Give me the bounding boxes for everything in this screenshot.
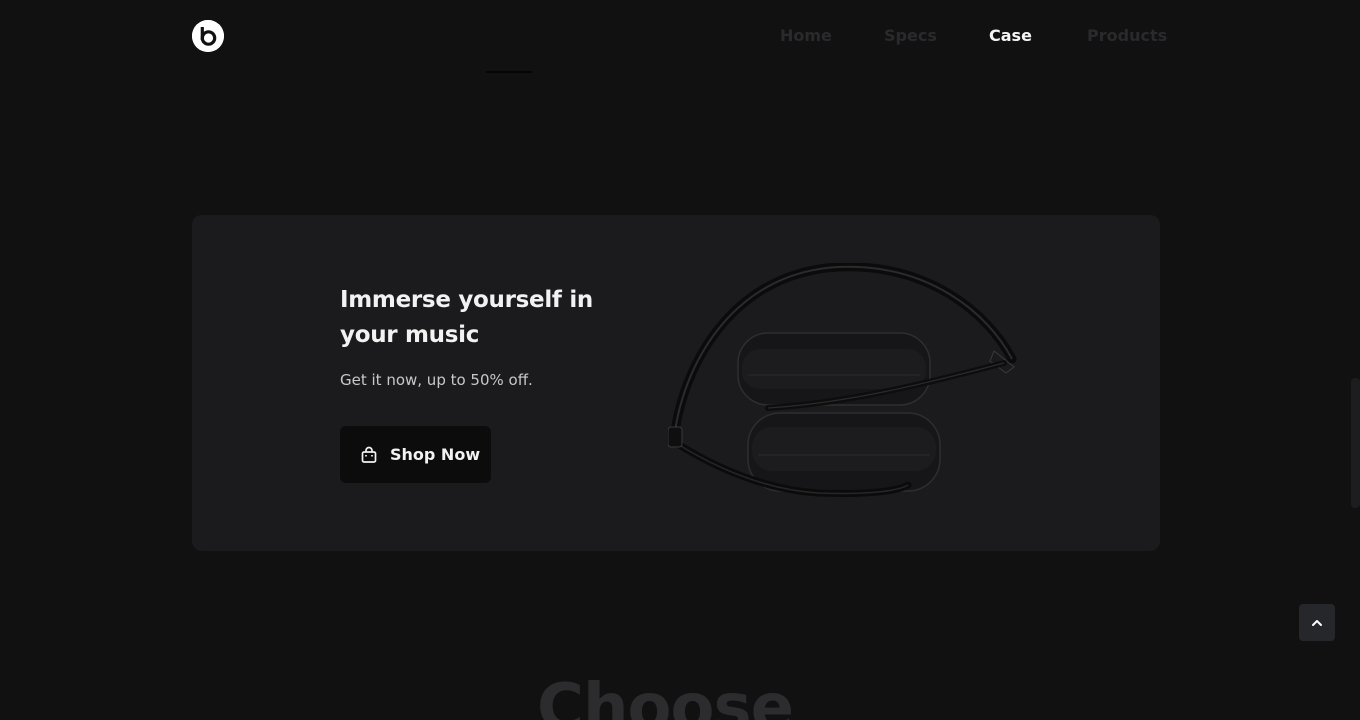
promo-subtext: Get it now, up to 50% off. [340, 371, 533, 389]
promo-card: Immerse yourself in your music Get it no… [192, 215, 1160, 551]
main-nav: Home Specs Case Products [0, 26, 1360, 48]
section-heading: Choose [537, 671, 794, 720]
nav-link-specs[interactable]: Specs [884, 26, 937, 45]
promo-headline: Immerse yourself in your music [340, 287, 593, 348]
shop-now-label: Shop Now [390, 445, 481, 464]
page-scrollbar[interactable] [1351, 378, 1360, 508]
folded-headphones-image [668, 263, 1017, 498]
nav-link-home[interactable]: Home [780, 26, 832, 45]
back-to-top-button[interactable] [1299, 604, 1335, 641]
nav-link-case[interactable]: Case [989, 26, 1032, 45]
nav-indicator [486, 71, 532, 73]
shop-now-button[interactable]: Shop Now [340, 426, 491, 483]
chevron-up-icon [1312, 619, 1322, 626]
nav-link-products[interactable]: Products [1087, 26, 1167, 45]
site-header: Home Specs Case Products [0, 0, 1360, 73]
shopping-bag-icon [361, 446, 377, 463]
